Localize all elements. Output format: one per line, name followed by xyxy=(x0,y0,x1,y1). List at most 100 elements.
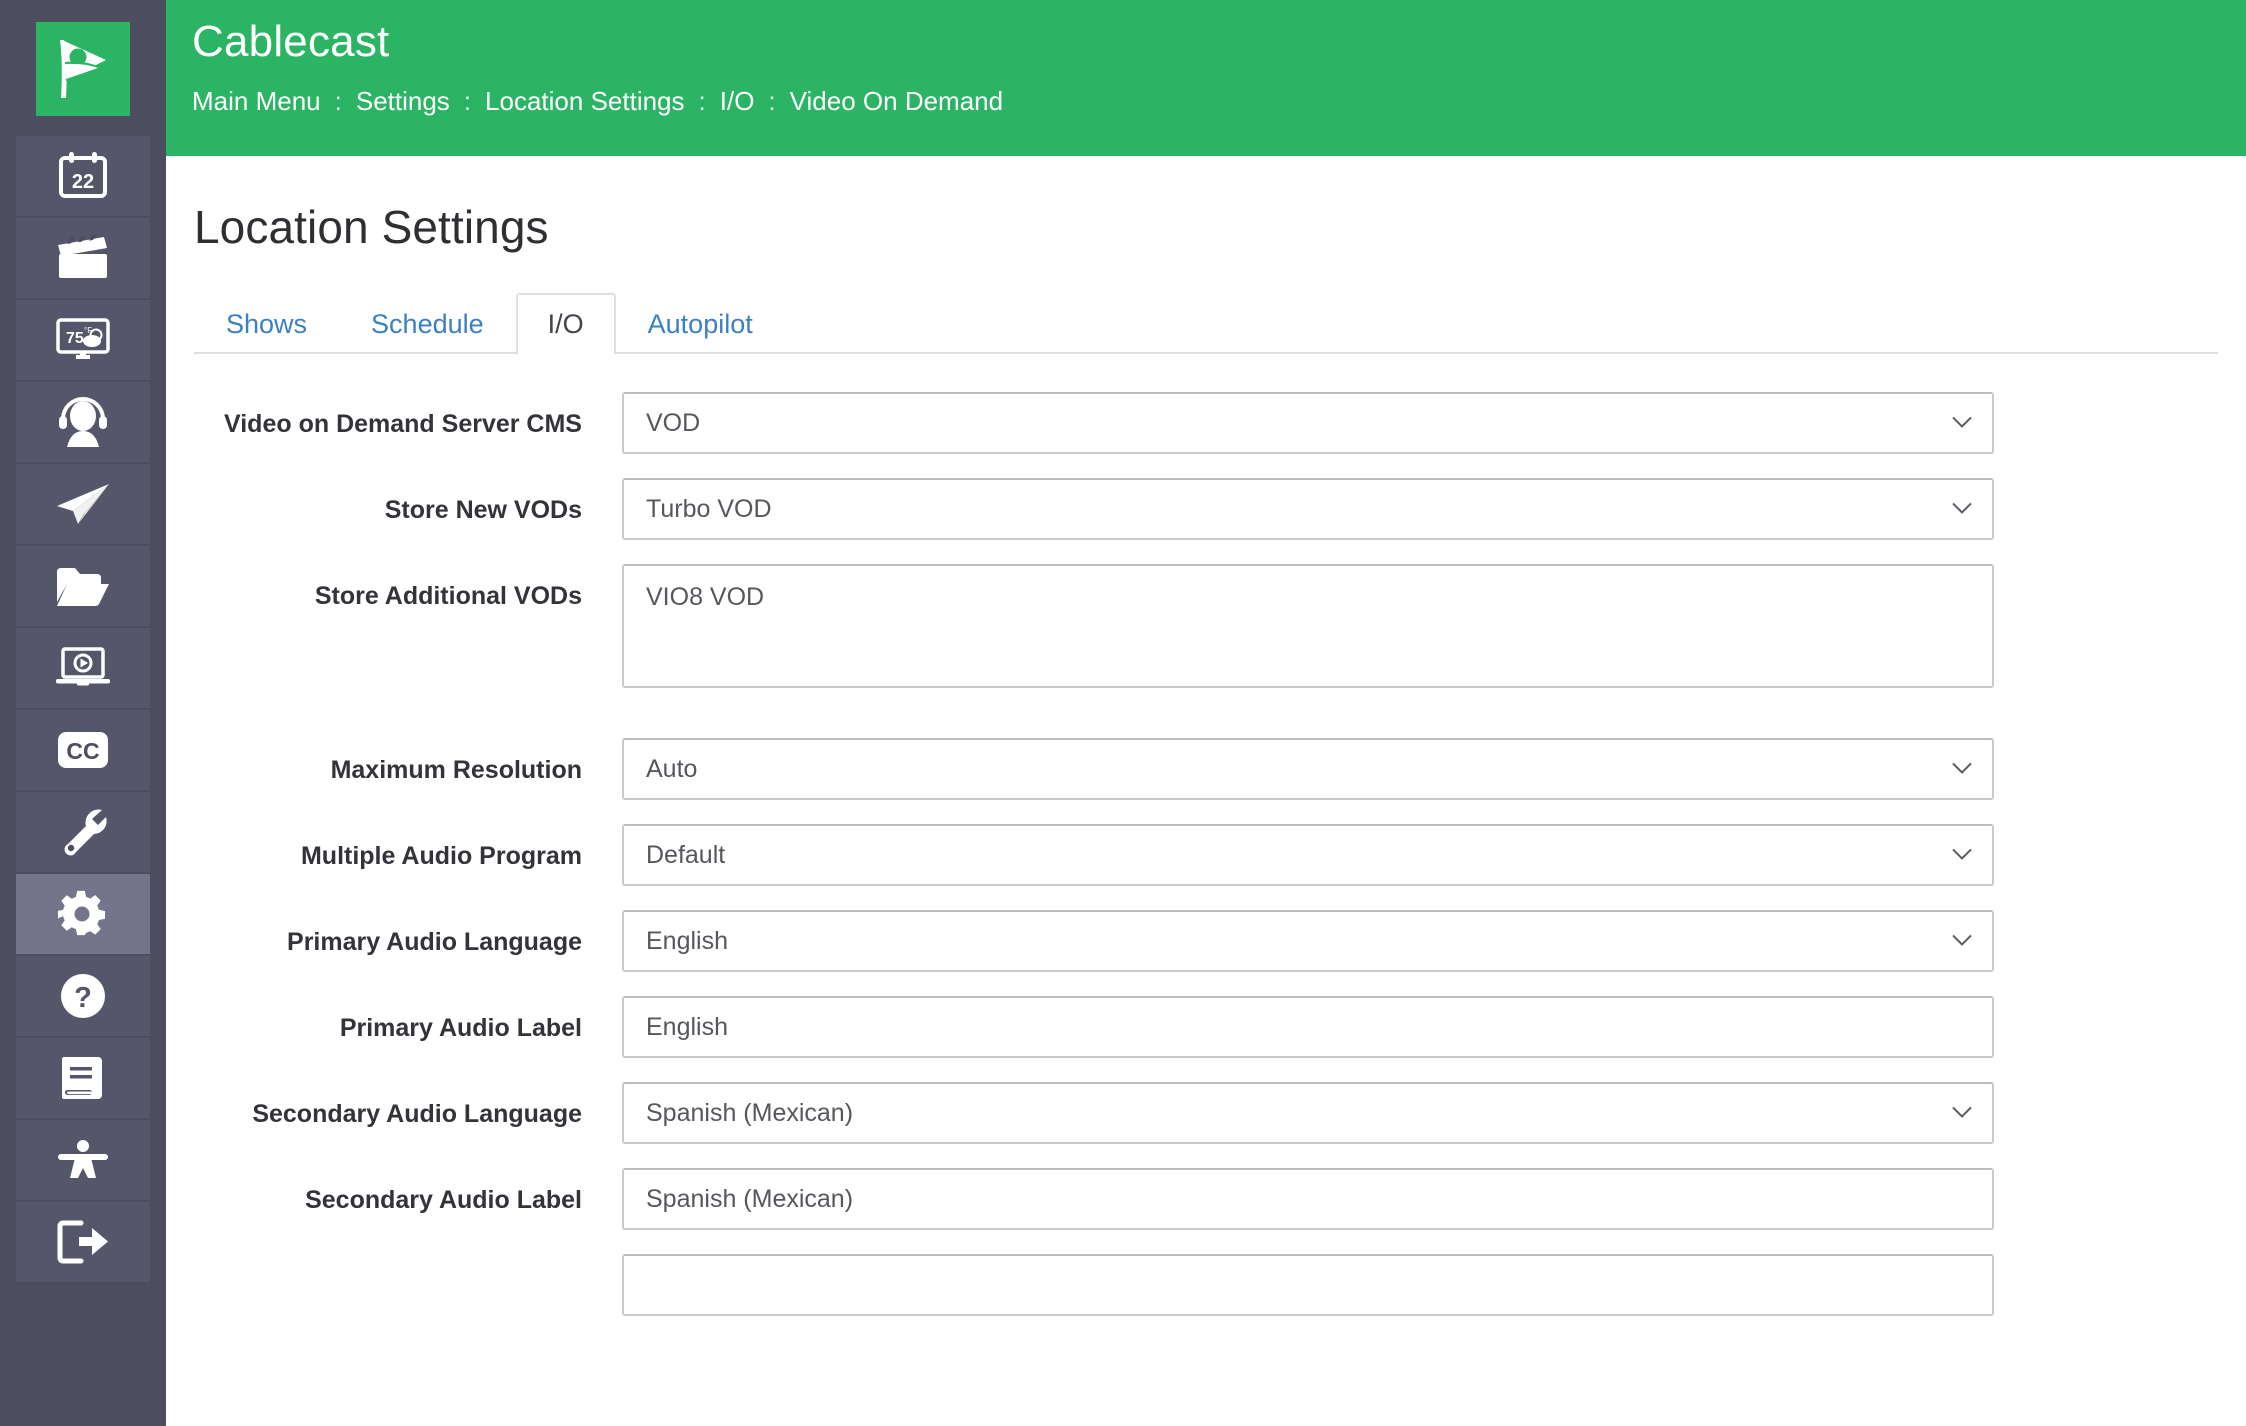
label-next-partial xyxy=(194,1254,622,1270)
control-next-partial xyxy=(622,1254,1994,1316)
sidebar-item-docs[interactable] xyxy=(16,1038,150,1120)
control-multiple-audio-program: Default xyxy=(622,824,1994,886)
input-secondary-audio-label[interactable]: Spanish (Mexican) xyxy=(622,1168,1994,1230)
cablecast-logo[interactable] xyxy=(36,22,130,116)
form-row-secondary-audio-language: Secondary Audio Language Spanish (Mexica… xyxy=(194,1082,2246,1144)
chevron-down-icon xyxy=(1952,848,1972,860)
chevron-down-icon xyxy=(1952,502,1972,514)
chevron-down-icon xyxy=(1952,416,1972,428)
tab-schedule[interactable]: Schedule xyxy=(339,293,516,354)
book-icon xyxy=(62,1057,102,1099)
content-area: Location Settings Shows Schedule I/O Aut… xyxy=(166,156,2246,1426)
question-circle-icon: ? xyxy=(61,974,105,1018)
paper-plane-icon xyxy=(57,484,109,524)
control-primary-audio-language: English xyxy=(622,910,1994,972)
select-maximum-resolution[interactable]: Auto xyxy=(622,738,1994,800)
top-header-bar: Cablecast Main Menu : Settings : Locatio… xyxy=(166,0,2246,156)
form-row-store-additional-vods: Store Additional VODs VIO8 VOD xyxy=(194,564,2246,688)
app-title: Cablecast xyxy=(192,17,390,66)
logout-arrow-icon xyxy=(57,1220,108,1264)
laptop-play-icon xyxy=(56,647,110,686)
gear-icon xyxy=(58,890,106,936)
sidebar-item-live-assist[interactable] xyxy=(16,382,150,464)
form-row-next-partial xyxy=(194,1254,2246,1316)
sidebar-item-digital-file-delivery[interactable] xyxy=(16,464,150,546)
label-store-new-vods: Store New VODs xyxy=(384,496,582,524)
control-primary-audio-label: English xyxy=(622,996,1994,1058)
input-primary-audio-label[interactable]: English xyxy=(622,996,1994,1058)
select-value: Default xyxy=(646,840,726,869)
select-value: Auto xyxy=(646,754,698,783)
select-value: Turbo VOD xyxy=(646,494,772,523)
settings-tabs: Shows Schedule I/O Autopilot xyxy=(194,288,2218,354)
sidebar-item-tools[interactable] xyxy=(16,792,150,874)
form-row-primary-audio-label: Primary Audio Label English xyxy=(194,996,2246,1058)
control-store-additional-vods: VIO8 VOD xyxy=(622,564,1994,688)
breadcrumb-item-location-settings[interactable]: Location Settings xyxy=(485,86,684,117)
multiselect-option[interactable]: VIO8 VOD xyxy=(646,582,764,612)
sidebar-item-settings[interactable] xyxy=(16,874,150,956)
sidebar: 22 75 °F CC ? xyxy=(0,0,166,1426)
control-maximum-resolution: Auto xyxy=(622,738,1994,800)
cc-icon: CC xyxy=(58,732,108,768)
clapperboard-icon xyxy=(58,234,107,278)
form-row-video-on-demand-server-cms: Video on Demand Server CMS VOD xyxy=(194,392,2246,454)
breadcrumb-item-video-on-demand[interactable]: Video On Demand xyxy=(790,86,1003,117)
form-row-secondary-audio-label: Secondary Audio Label Spanish (Mexican) xyxy=(194,1168,2246,1230)
wrench-icon xyxy=(64,809,107,856)
label-store-additional-vods: Store Additional VODs xyxy=(314,582,582,610)
svg-text:?: ? xyxy=(74,982,92,1014)
tab-autopilot[interactable]: Autopilot xyxy=(616,293,785,354)
control-secondary-audio-label: Spanish (Mexican) xyxy=(622,1168,1994,1230)
select-multiple-audio-program[interactable]: Default xyxy=(622,824,1994,886)
open-folder-icon xyxy=(57,568,109,606)
form-spacer xyxy=(194,712,2246,738)
monitor-weather-75-icon: 75 °F xyxy=(56,318,110,359)
tab-io[interactable]: I/O xyxy=(515,293,616,354)
select-value: VOD xyxy=(646,408,701,437)
person-arms-out-icon xyxy=(58,1140,108,1178)
breadcrumb-item-main-menu[interactable]: Main Menu xyxy=(192,86,321,117)
sidebar-item-accessibility[interactable] xyxy=(16,1120,150,1202)
sidebar-item-shows[interactable] xyxy=(16,218,150,300)
label-primary-audio-language: Primary Audio Language xyxy=(287,928,582,956)
label-primary-audio-label: Primary Audio Label xyxy=(339,1014,582,1042)
sidebar-item-file-manager[interactable] xyxy=(16,546,150,628)
input-value: Spanish (Mexican) xyxy=(646,1184,854,1213)
label-secondary-audio-language: Secondary Audio Language xyxy=(252,1100,582,1128)
chevron-down-icon xyxy=(1952,1106,1972,1118)
form-row-multiple-audio-program: Multiple Audio Program Default xyxy=(194,824,2246,886)
sidebar-item-help[interactable]: ? xyxy=(16,956,150,1038)
sidebar-item-schedule[interactable]: 22 xyxy=(16,136,150,218)
tab-shows[interactable]: Shows xyxy=(194,293,339,354)
form-row-primary-audio-language: Primary Audio Language English xyxy=(194,910,2246,972)
cablecast-flag-play-logo-icon xyxy=(60,40,106,98)
form-row-store-new-vods: Store New VODs Turbo VOD xyxy=(194,478,2246,540)
control-video-on-demand-server-cms: VOD xyxy=(622,392,1994,454)
input-value: English xyxy=(646,1012,728,1041)
breadcrumb-separator: : xyxy=(463,86,472,116)
page-title: Location Settings xyxy=(194,201,549,253)
sidebar-item-bulletin-board[interactable]: 75 °F xyxy=(16,300,150,382)
form-row-maximum-resolution: Maximum Resolution Auto xyxy=(194,738,2246,800)
select-store-new-vods[interactable]: Turbo VOD xyxy=(622,478,1994,540)
sidebar-item-logout[interactable] xyxy=(16,1202,150,1284)
svg-text:22: 22 xyxy=(72,171,94,193)
input-next-partial[interactable] xyxy=(622,1254,1994,1316)
breadcrumb-separator: : xyxy=(334,86,342,116)
headset-operator-icon xyxy=(59,397,107,447)
sidebar-item-closed-captioning[interactable]: CC xyxy=(16,710,150,792)
breadcrumb-item-settings[interactable]: Settings xyxy=(356,86,450,117)
svg-text:CC: CC xyxy=(66,738,99,764)
breadcrumb-separator: : xyxy=(768,86,776,116)
multiselect-store-additional-vods[interactable]: VIO8 VOD xyxy=(622,564,1994,688)
sidebar-item-vod-player[interactable] xyxy=(16,628,150,710)
label-secondary-audio-label: Secondary Audio Label xyxy=(305,1186,582,1214)
control-store-new-vods: Turbo VOD xyxy=(622,478,1994,540)
select-primary-audio-language[interactable]: English xyxy=(622,910,1994,972)
label-multiple-audio-program: Multiple Audio Program xyxy=(300,842,582,870)
select-secondary-audio-language[interactable]: Spanish (Mexican) xyxy=(622,1082,1994,1144)
svg-text:75: 75 xyxy=(66,330,84,347)
select-video-on-demand-server-cms[interactable]: VOD xyxy=(622,392,1994,454)
breadcrumb-item-io[interactable]: I/O xyxy=(720,86,755,117)
